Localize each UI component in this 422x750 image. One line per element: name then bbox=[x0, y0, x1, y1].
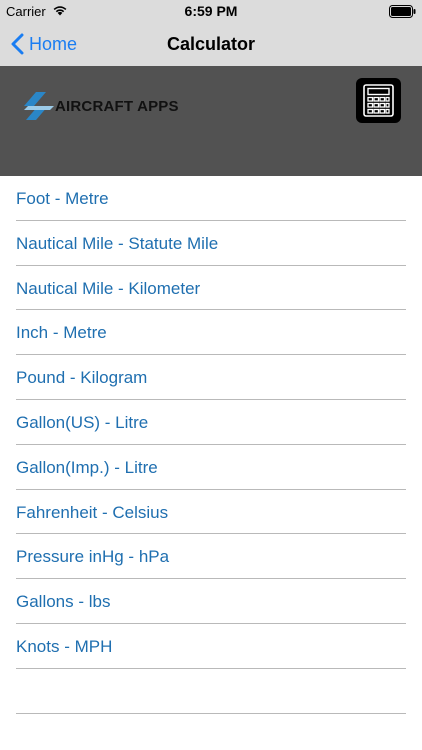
list-item-label: Knots - MPH bbox=[16, 636, 113, 656]
conversion-list: Foot - Metre Nautical Mile - Statute Mil… bbox=[0, 176, 422, 714]
list-item-gallon-imp-litre[interactable]: Gallon(Imp.) - Litre bbox=[0, 445, 422, 490]
list-item-knots-mph[interactable]: Knots - MPH bbox=[0, 624, 422, 669]
aircraft-apps-logo: AIRCRAFT APPS bbox=[24, 90, 179, 122]
navigation-bar: Home Calculator bbox=[0, 22, 422, 66]
logo-text: AIRCRAFT APPS bbox=[55, 97, 179, 115]
list-item-label: Pound - Kilogram bbox=[16, 368, 148, 388]
calculator-icon bbox=[363, 84, 394, 117]
list-item-nautical-mile-statute-mile[interactable]: Nautical Mile - Statute Mile bbox=[0, 221, 422, 266]
list-item-nautical-mile-kilometer[interactable]: Nautical Mile - Kilometer bbox=[0, 266, 422, 311]
list-item-empty bbox=[0, 669, 422, 714]
list-item-fahrenheit-celsius[interactable]: Fahrenheit - Celsius bbox=[0, 490, 422, 535]
list-item-foot-metre[interactable]: Foot - Metre bbox=[0, 176, 422, 221]
calculator-button[interactable] bbox=[356, 78, 401, 123]
logo-mark-icon bbox=[24, 92, 54, 120]
status-time: 6:59 PM bbox=[184, 3, 238, 19]
list-item-label: Fahrenheit - Celsius bbox=[16, 502, 169, 522]
list-item-label: Gallons - lbs bbox=[16, 592, 111, 612]
battery-icon bbox=[389, 5, 416, 18]
list-item-label: Inch - Metre bbox=[16, 323, 107, 343]
list-item-gallon-us-litre[interactable]: Gallon(US) - Litre bbox=[0, 400, 422, 445]
list-item-label: Gallon(US) - Litre bbox=[16, 412, 149, 432]
list-item-label: Nautical Mile - Statute Mile bbox=[16, 233, 219, 253]
row-divider bbox=[16, 712, 406, 714]
list-item-pound-kilogram[interactable]: Pound - Kilogram bbox=[0, 355, 422, 400]
list-item-pressure-inhg-hpa[interactable]: Pressure inHg - hPa bbox=[0, 534, 422, 580]
status-bar: Carrier 6:59 PM bbox=[0, 0, 422, 22]
list-item-label: Pressure inHg - hPa bbox=[16, 547, 170, 567]
list-item-label: Nautical Mile - Kilometer bbox=[16, 278, 201, 298]
list-item-label: Gallon(Imp.) - Litre bbox=[16, 457, 158, 477]
list-item-label: Foot - Metre bbox=[16, 189, 109, 208]
page-title: Calculator bbox=[166, 34, 256, 54]
list-item-inch-metre[interactable]: Inch - Metre bbox=[0, 310, 422, 356]
list-item-gallons-lbs[interactable]: Gallons - lbs bbox=[0, 579, 422, 624]
